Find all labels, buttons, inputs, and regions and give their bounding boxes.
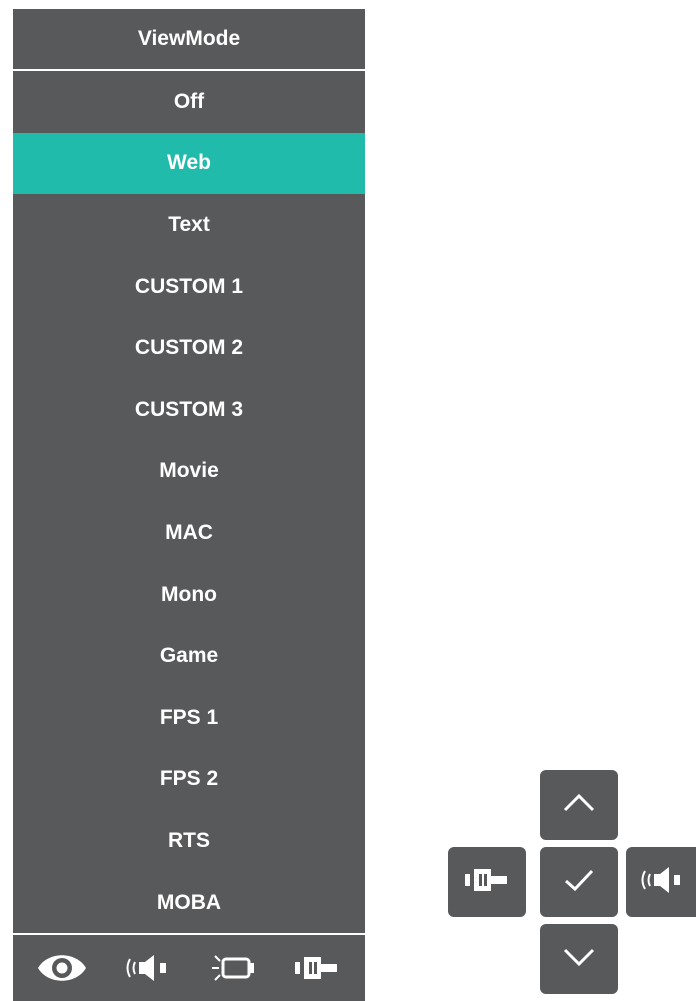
down-button[interactable] (540, 924, 618, 994)
menu-item-mono[interactable]: Mono (13, 564, 365, 626)
speaker-icon[interactable] (119, 944, 175, 992)
confirm-button[interactable] (540, 847, 618, 917)
menu-item-custom-3[interactable]: CUSTOM 3 (13, 379, 365, 441)
menu-item-moba[interactable]: MOBA (13, 872, 365, 934)
menu-item-fps-1[interactable]: FPS 1 (13, 687, 365, 749)
menu-item-game[interactable]: Game (13, 625, 365, 687)
menu-item-rts[interactable]: RTS (13, 810, 365, 872)
input-source-icon[interactable] (289, 944, 345, 992)
menu-item-movie[interactable]: Movie (13, 441, 365, 503)
menu-title: ViewMode (137, 27, 241, 50)
chevron-up-icon (562, 793, 596, 818)
input-source-icon (461, 863, 513, 902)
viewmode-menu-panel: ViewMode Off Web Text CUSTOM 1 CUSTOM 2 … (13, 9, 365, 934)
light-bulb-icon[interactable] (204, 944, 260, 992)
menu-item-custom-1[interactable]: CUSTOM 1 (13, 256, 365, 318)
menu-item-text[interactable]: Text (13, 194, 365, 256)
up-button[interactable] (540, 770, 618, 840)
menu-item-fps-2[interactable]: FPS 2 (13, 749, 365, 811)
input-source-button[interactable] (448, 847, 526, 917)
eye-icon[interactable] (34, 944, 90, 992)
menu-item-mac[interactable]: MAC (13, 502, 365, 564)
menu-item-off[interactable]: Off (13, 71, 365, 133)
chevron-down-icon (562, 947, 596, 972)
bottom-icon-bar (13, 935, 365, 1001)
volume-button[interactable] (626, 847, 696, 917)
menu-item-web[interactable]: Web (13, 132, 365, 195)
menu-item-custom-2[interactable]: CUSTOM 2 (13, 317, 365, 379)
speaker-icon (637, 863, 685, 902)
checkmark-icon (562, 867, 596, 898)
